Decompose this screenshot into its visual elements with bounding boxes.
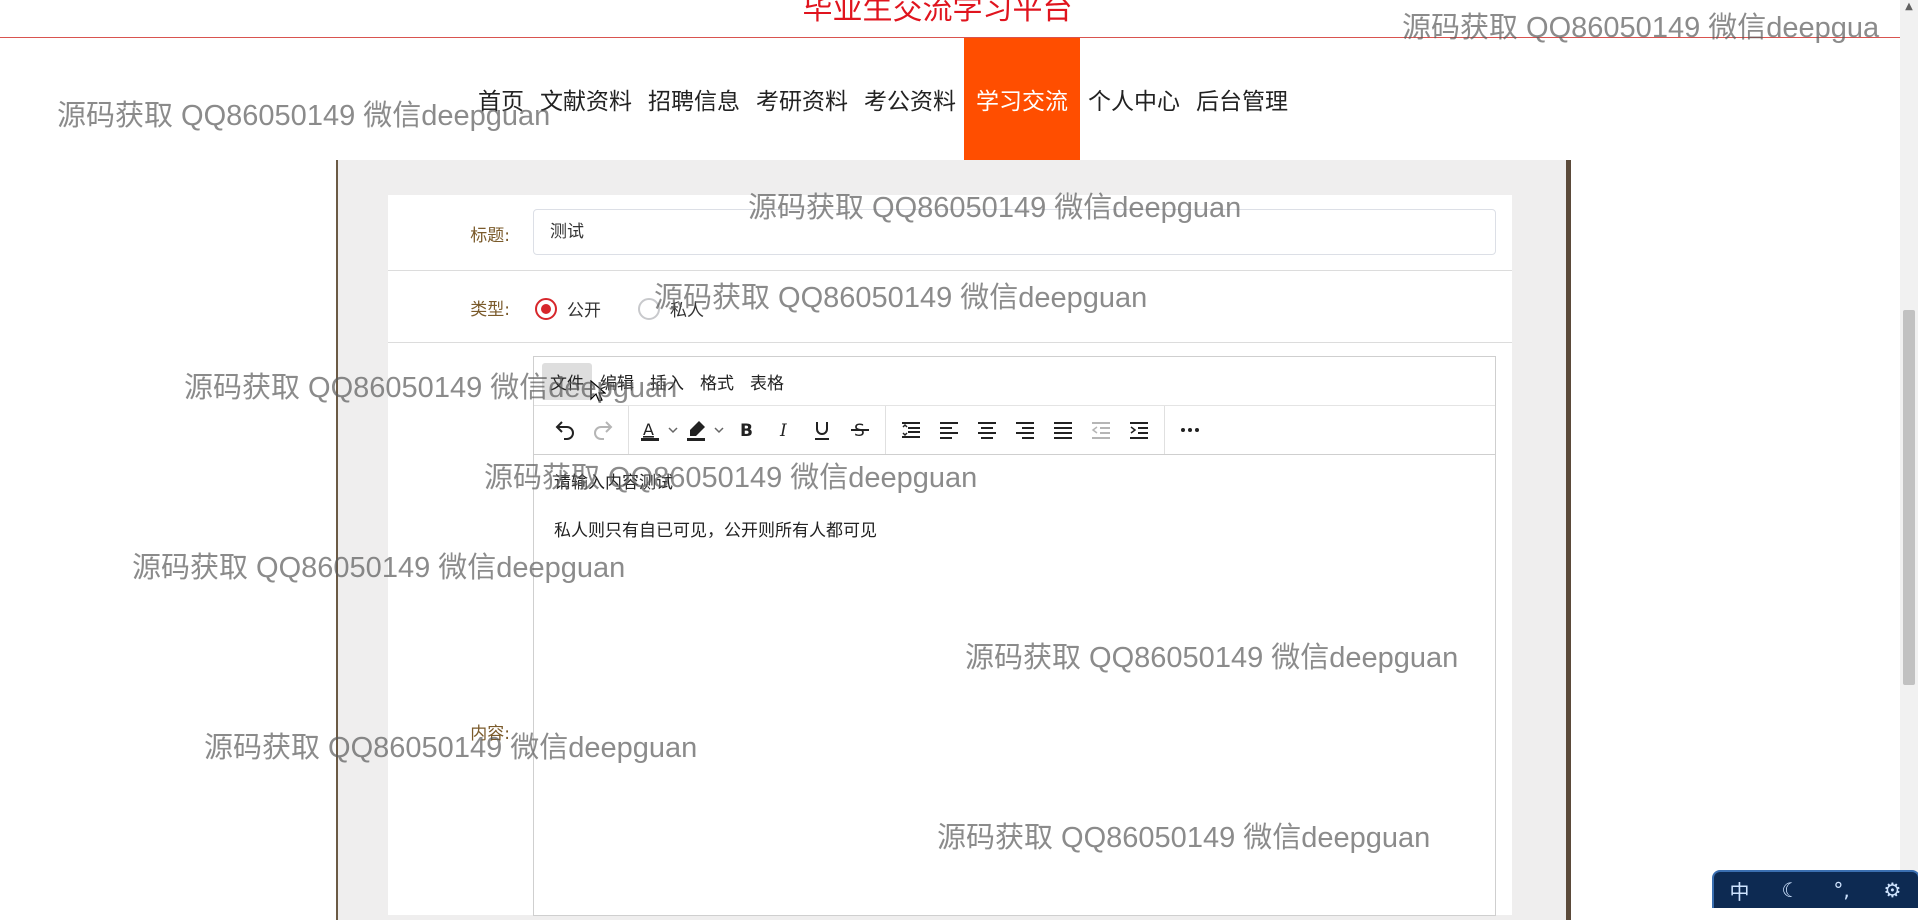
- title-input[interactable]: 测试: [533, 209, 1496, 255]
- menu-table[interactable]: 表格: [742, 363, 792, 400]
- radio-private-label: 私人: [670, 301, 704, 321]
- nav-item-personal-center[interactable]: 个人中心: [1080, 38, 1188, 160]
- radio-public-circle[interactable]: [535, 297, 557, 320]
- bold-icon[interactable]: B: [727, 413, 765, 447]
- line-height-icon[interactable]: [892, 413, 930, 447]
- redo-icon[interactable]: [584, 413, 622, 447]
- indent-icon[interactable]: [1120, 413, 1158, 447]
- scrollbar-thumb[interactable]: [1903, 310, 1915, 685]
- title-label: 标题:: [470, 226, 510, 246]
- align-right-icon[interactable]: [1006, 413, 1044, 447]
- nav-item-admin[interactable]: 后台管理: [1188, 38, 1296, 160]
- moon-icon[interactable]: ☾: [1775, 875, 1807, 905]
- content-label: 内容:: [470, 724, 510, 744]
- row-divider: [388, 342, 1512, 343]
- italic-icon[interactable]: I: [765, 413, 803, 447]
- underline-icon[interactable]: [803, 413, 841, 447]
- font-color-icon[interactable]: A: [635, 413, 665, 447]
- row-divider: [388, 270, 1512, 271]
- radio-public-label: 公开: [567, 301, 601, 321]
- main-nav: 首页 文献资料 招聘信息 考研资料 考公资料 学习交流 个人中心 后台管理: [470, 38, 1296, 160]
- page-scrollbar[interactable]: ▲: [1900, 0, 1918, 906]
- chevron-down-icon[interactable]: [711, 413, 727, 447]
- editor-paragraph: 私人则只有自已可见，公开则所有人都可见: [554, 521, 877, 541]
- history-group: [540, 406, 629, 454]
- editor-toolbar: A B I: [534, 406, 1495, 455]
- menu-file[interactable]: 文件: [542, 362, 592, 400]
- rich-text-editor: 文件 编辑 插入 格式 表格 A B I 请输入内容测试 私人则只有自已可见，公…: [533, 356, 1496, 916]
- svg-text:A: A: [643, 420, 654, 439]
- align-center-icon[interactable]: [968, 413, 1006, 447]
- strikethrough-icon[interactable]: S: [841, 413, 879, 447]
- chevron-down-icon[interactable]: [665, 413, 681, 447]
- align-left-icon[interactable]: [930, 413, 968, 447]
- highlight-split: [681, 413, 727, 447]
- highlight-icon[interactable]: [681, 413, 711, 447]
- svg-text:B: B: [740, 421, 753, 441]
- nav-item-civil-service[interactable]: 考公资料: [856, 38, 964, 160]
- editor-menubar: 文件 编辑 插入 格式 表格: [534, 357, 1495, 406]
- mouse-cursor-icon: [590, 380, 606, 402]
- svg-text:I: I: [779, 421, 787, 441]
- menu-insert[interactable]: 插入: [642, 363, 692, 400]
- editor-paragraph: 请输入内容测试: [554, 473, 673, 493]
- menu-format[interactable]: 格式: [692, 363, 742, 400]
- editor-content-area[interactable]: 请输入内容测试 私人则只有自已可见，公开则所有人都可见: [534, 455, 1495, 583]
- radio-private-circle[interactable]: [638, 297, 660, 320]
- align-justify-icon[interactable]: [1044, 413, 1082, 447]
- more-group: [1165, 406, 1215, 454]
- nav-item-home[interactable]: 首页: [470, 38, 532, 160]
- radio-public[interactable]: 公开: [535, 296, 601, 321]
- punctuation-icon[interactable]: °,: [1826, 875, 1858, 905]
- radio-private[interactable]: 私人: [638, 296, 704, 321]
- ime-language-toggle[interactable]: 中: [1724, 875, 1756, 905]
- align-group: [886, 406, 1165, 454]
- ime-toolbar: 中 ☾ °, ⚙: [1712, 870, 1918, 908]
- nav-item-literature[interactable]: 文献资料: [532, 38, 640, 160]
- nav-item-study-exchange[interactable]: 学习交流: [964, 38, 1080, 160]
- outdent-icon[interactable]: [1082, 413, 1120, 447]
- nav-item-jobs[interactable]: 招聘信息: [640, 38, 748, 160]
- nav-item-postgrad[interactable]: 考研资料: [748, 38, 856, 160]
- font-color-split: A: [635, 413, 681, 447]
- scroll-up-icon[interactable]: ▲: [1903, 2, 1915, 12]
- type-label: 类型:: [470, 300, 510, 320]
- more-icon[interactable]: [1171, 413, 1209, 447]
- format-group: A B I: [629, 406, 886, 454]
- undo-icon[interactable]: [546, 413, 584, 447]
- gear-icon[interactable]: ⚙: [1877, 875, 1909, 905]
- site-title: 毕业生交流学习平台: [802, 0, 1073, 27]
